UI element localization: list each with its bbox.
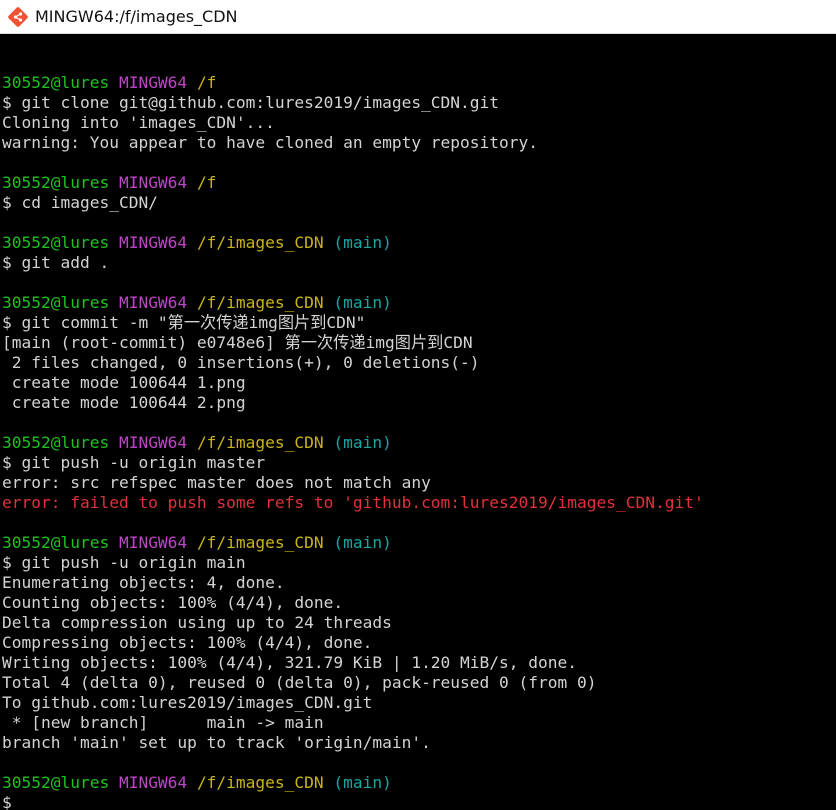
prompt-host: MINGW64 bbox=[118, 533, 188, 552]
output-line: $ git add . bbox=[2, 253, 110, 272]
output-line: error: src refspec master does not match… bbox=[2, 473, 431, 492]
prompt-line: 30552@lures MINGW64 /f/images_CDN (main) bbox=[2, 773, 836, 793]
output-line: Cloning into 'images_CDN'... bbox=[2, 113, 275, 132]
prompt-path: /f bbox=[196, 73, 217, 92]
error-line: error: failed to push some refs to 'gith… bbox=[2, 493, 704, 512]
output-line: 2 files changed, 0 insertions(+), 0 dele… bbox=[2, 353, 480, 372]
prompt-line: 30552@lures MINGW64 /f/images_CDN (main) bbox=[2, 293, 836, 313]
title-bar[interactable]: MINGW64:/f/images_CDN bbox=[0, 0, 836, 34]
git-bash-icon bbox=[8, 6, 28, 27]
prompt-host: MINGW64 bbox=[118, 73, 188, 92]
prompt-path: /f/images_CDN bbox=[196, 293, 324, 312]
prompt-line: 30552@lures MINGW64 /f/images_CDN (main) bbox=[2, 433, 836, 453]
prompt-user: 30552@lures bbox=[2, 533, 110, 552]
prompt-branch: (main) bbox=[333, 433, 392, 452]
prompt-host: MINGW64 bbox=[118, 293, 188, 312]
output-line: Compressing objects: 100% (4/4), done. bbox=[2, 633, 373, 652]
prompt-host: MINGW64 bbox=[118, 433, 188, 452]
prompt-host: MINGW64 bbox=[118, 173, 188, 192]
prompt-user: 30552@lures bbox=[2, 73, 110, 92]
prompt-path: /f/images_CDN bbox=[196, 433, 324, 452]
output-line: To github.com:lures2019/images_CDN.git bbox=[2, 693, 373, 712]
prompt-path: /f bbox=[196, 173, 217, 192]
output-line: * [new branch] main -> main bbox=[2, 713, 324, 732]
prompt-line: 30552@lures MINGW64 /f bbox=[2, 173, 836, 193]
output-line: Counting objects: 100% (4/4), done. bbox=[2, 593, 344, 612]
output-line: create mode 100644 2.png bbox=[2, 393, 246, 412]
output-line: branch 'main' set up to track 'origin/ma… bbox=[2, 733, 431, 752]
terminal-output[interactable]: 30552@lures MINGW64 /f $ git clone git@gi… bbox=[0, 34, 836, 810]
prompt-path: /f/images_CDN bbox=[196, 533, 324, 552]
prompt-path: /f/images_CDN bbox=[196, 233, 324, 252]
prompt-user: 30552@lures bbox=[2, 293, 110, 312]
prompt-user: 30552@lures bbox=[2, 773, 110, 792]
prompt-user: 30552@lures bbox=[2, 173, 110, 192]
prompt-line: 30552@lures MINGW64 /f bbox=[2, 73, 836, 93]
output-line: Total 4 (delta 0), reused 0 (delta 0), p… bbox=[2, 673, 597, 692]
output-line: $ git push -u origin master bbox=[2, 453, 266, 472]
prompt-user: 30552@lures bbox=[2, 433, 110, 452]
command-input-line[interactable]: $ bbox=[2, 793, 836, 810]
output-line: warning: You appear to have cloned an em… bbox=[2, 133, 539, 152]
prompt-user: 30552@lures bbox=[2, 233, 110, 252]
output-line: [main (root-commit) e0748e6] 第一次传递img图片到… bbox=[2, 333, 473, 352]
output-line: $ git push -u origin main bbox=[2, 553, 246, 572]
prompt-branch: (main) bbox=[333, 293, 392, 312]
prompt-line: 30552@lures MINGW64 /f/images_CDN (main) bbox=[2, 233, 836, 253]
output-line: $ cd images_CDN/ bbox=[2, 193, 158, 212]
output-line: Enumerating objects: 4, done. bbox=[2, 573, 285, 592]
output-line: Delta compression using up to 24 threads bbox=[2, 613, 392, 632]
prompt-host: MINGW64 bbox=[118, 233, 188, 252]
prompt-branch: (main) bbox=[333, 773, 392, 792]
prompt-branch: (main) bbox=[333, 533, 392, 552]
output-line: $ git commit -m "第一次传递img图片到CDN" bbox=[2, 313, 366, 332]
output-line: $ git clone git@github.com:lures2019/ima… bbox=[2, 93, 500, 112]
prompt-path: /f/images_CDN bbox=[196, 773, 324, 792]
window-title: MINGW64:/f/images_CDN bbox=[35, 7, 238, 26]
prompt-host: MINGW64 bbox=[118, 773, 188, 792]
output-line: Writing objects: 100% (4/4), 321.79 KiB … bbox=[2, 653, 577, 672]
prompt-line: 30552@lures MINGW64 /f/images_CDN (main) bbox=[2, 533, 836, 553]
prompt-branch: (main) bbox=[333, 233, 392, 252]
output-line: create mode 100644 1.png bbox=[2, 373, 246, 392]
